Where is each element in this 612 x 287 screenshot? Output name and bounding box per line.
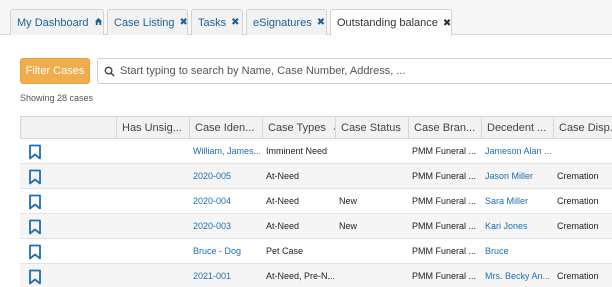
case-identifier-cell[interactable]: William, James...	[188, 139, 261, 163]
case-identifier-cell[interactable]: Bruce - Dog	[188, 239, 261, 263]
case-branch-cell: PMM Funeral ...	[412, 246, 477, 256]
column-header-decedent[interactable]: Decedent ...▲	[481, 117, 553, 138]
case-type-cell: At-Need	[266, 171, 300, 181]
column-header-case-identifier[interactable]: Case Iden...▲	[189, 117, 262, 138]
case-identifier-cell[interactable]: 2020-003	[188, 214, 261, 238]
case-type-cell: At-Need	[266, 196, 300, 206]
bookmark-icon[interactable]	[28, 269, 42, 285]
table-row[interactable]: 2020-003 At-Need New PMM Funeral ... Kari Jo…	[20, 214, 612, 239]
case-table: Has Unsig...▲ Case Iden...▲ Case Types▲ …	[20, 116, 612, 287]
column-header-case-branch[interactable]: Case Bran...▲	[408, 117, 481, 138]
bookmark-icon[interactable]	[28, 169, 42, 185]
table-row[interactable]: 2021-001 At-Need, Pre-N... PMM Funeral ...…	[20, 264, 612, 287]
decedent-cell[interactable]: Jameson Alan ...	[480, 139, 553, 163]
case-identifier-cell[interactable]: 2020-005	[188, 164, 261, 188]
tab-outstanding-balance[interactable]: Outstanding balance ✖	[330, 9, 452, 36]
result-count: Showing 28 cases	[20, 93, 94, 103]
case-disposition-cell: Cremation	[557, 221, 599, 231]
case-disposition-cell: Cremation	[557, 171, 599, 181]
filter-cases-button[interactable]: Filter Cases	[20, 58, 90, 84]
decedent-cell[interactable]: Sara Miller	[480, 189, 553, 213]
case-type-cell: Imminent Need	[266, 146, 328, 156]
tab-tasks[interactable]: Tasks ✖	[191, 9, 243, 35]
table-header: Has Unsig...▲ Case Iden...▲ Case Types▲ …	[20, 116, 612, 139]
case-disposition-cell	[552, 239, 612, 263]
case-identifier-cell[interactable]: 2020-004	[188, 189, 261, 213]
case-branch-cell: PMM Funeral ...	[412, 171, 477, 181]
case-type-cell: At-Need, Pre-N...	[266, 271, 334, 281]
case-branch-cell: PMM Funeral ...	[412, 221, 477, 231]
home-icon	[94, 17, 103, 29]
tab-esignatures[interactable]: eSignatures ✖	[246, 9, 327, 35]
table-row[interactable]: 2020-005 At-Need PMM Funeral ... Jason Mill…	[20, 164, 612, 189]
case-status-cell: New	[339, 196, 358, 206]
case-branch-cell: PMM Funeral ...	[412, 271, 477, 281]
search-icon	[98, 66, 120, 77]
tab-label: Outstanding balance	[337, 17, 438, 29]
bookmark-icon[interactable]	[28, 144, 42, 160]
bookmark-icon[interactable]	[28, 244, 42, 260]
case-branch-cell: PMM Funeral ...	[412, 196, 477, 206]
column-header-case-disposition[interactable]: Case Disp...	[553, 117, 612, 138]
case-status-cell	[334, 239, 407, 263]
decedent-cell[interactable]: Jason Miller	[480, 164, 553, 188]
tab-my-dashboard[interactable]: My Dashboard	[10, 9, 104, 35]
case-disposition-cell: Cremation	[557, 196, 599, 206]
case-type-cell: At-Need	[266, 221, 300, 231]
decedent-cell[interactable]: Bruce	[480, 239, 553, 263]
close-icon[interactable]: ✖	[231, 17, 239, 28]
close-icon[interactable]: ✖	[317, 17, 325, 28]
tab-label: My Dashboard	[17, 16, 89, 29]
close-icon[interactable]: ✖	[180, 17, 188, 28]
decedent-cell[interactable]: Kari Jones	[480, 214, 553, 238]
case-status-cell	[334, 264, 407, 287]
case-status-cell	[334, 164, 407, 188]
table-row[interactable]: William, James... Imminent Need PMM Funera…	[20, 139, 612, 164]
search-box	[97, 58, 612, 84]
case-branch-cell: PMM Funeral ...	[412, 146, 477, 156]
case-disposition-cell	[552, 139, 612, 163]
case-disposition-cell: Cremation	[557, 271, 599, 281]
case-status-cell	[334, 139, 407, 163]
tab-label: Case Listing	[114, 16, 175, 29]
column-header-case-status[interactable]: Case Status▲	[335, 117, 408, 138]
search-input[interactable]	[120, 65, 600, 77]
decedent-cell[interactable]: Mrs. Becky An...	[480, 264, 553, 287]
table-row[interactable]: 2020-004 At-Need New PMM Funeral ... Sara Mi…	[20, 189, 612, 214]
bookmark-icon[interactable]	[28, 219, 42, 235]
column-header-case-types[interactable]: Case Types▲	[262, 117, 335, 138]
table-row[interactable]: Bruce - Dog Pet Case PMM Funeral ... Bruce	[20, 239, 612, 264]
tab-label: eSignatures	[253, 16, 312, 29]
case-identifier-cell[interactable]: 2021-001	[188, 264, 261, 287]
case-status-cell: New	[339, 221, 358, 231]
tab-label: Tasks	[198, 16, 227, 29]
tab-bar: My Dashboard Case Listing ✖ Tasks ✖ eSig…	[0, 0, 612, 36]
tab-case-listing[interactable]: Case Listing ✖	[107, 9, 188, 35]
column-header-has-unsigned[interactable]: Has Unsig...▲	[116, 117, 189, 138]
case-type-cell: Pet Case	[266, 246, 304, 256]
bookmark-icon[interactable]	[28, 194, 42, 210]
close-icon[interactable]: ✖	[443, 18, 451, 29]
